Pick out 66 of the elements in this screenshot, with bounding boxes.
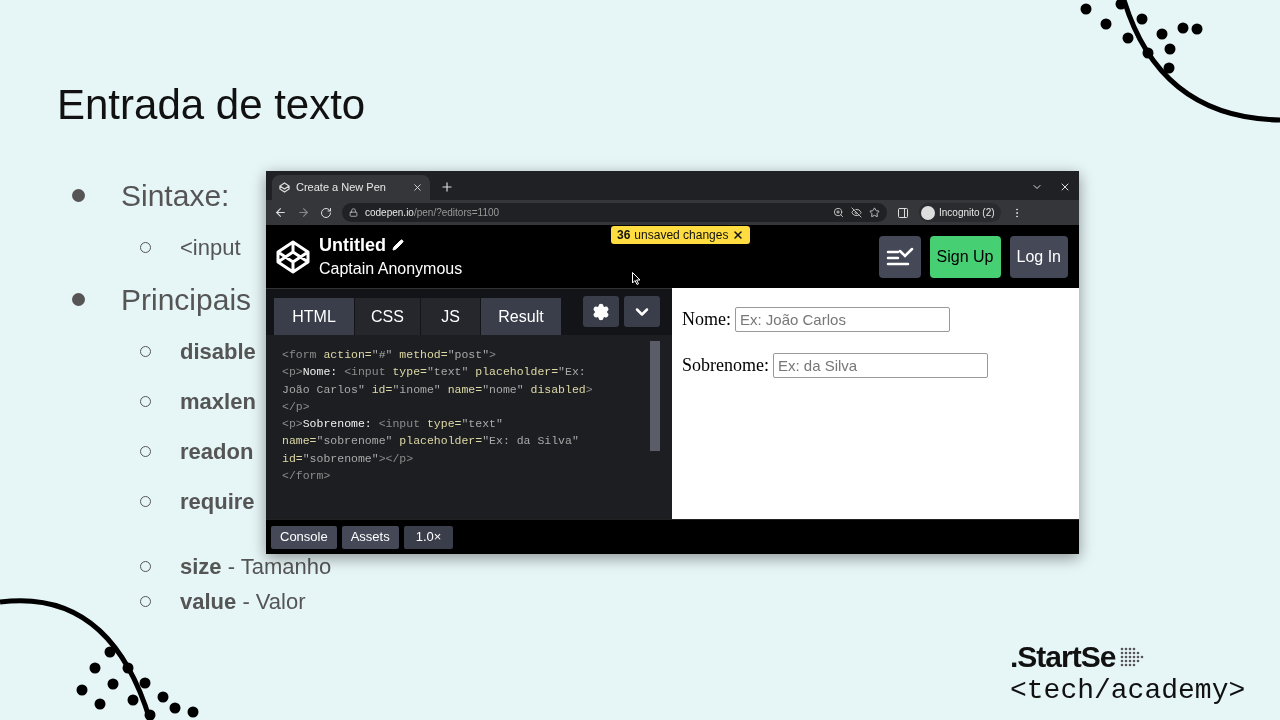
forward-icon[interactable] xyxy=(297,206,310,219)
editor-tab[interactable]: CSS xyxy=(355,298,420,335)
close-icon[interactable] xyxy=(412,182,423,193)
pen-title[interactable]: Untitled xyxy=(319,232,386,257)
editor-tab[interactable]: Result xyxy=(481,298,561,335)
footer-button[interactable]: Assets xyxy=(341,525,399,549)
text-field[interactable]: Ex: João Carlos xyxy=(735,307,950,332)
address-bar[interactable]: codepen.io/pen/?editors=1100 xyxy=(342,203,887,222)
menu-button[interactable] xyxy=(878,235,921,278)
url-text: codepen.io/pen/?editors=1100 xyxy=(365,206,501,220)
list-item-text: readon xyxy=(180,437,254,466)
bullet-text: Sintaxe: xyxy=(121,177,230,214)
cube-logo-icon xyxy=(279,182,290,193)
close-icon[interactable] xyxy=(1059,181,1071,193)
field-label: Nome: xyxy=(682,308,731,331)
side-panel-icon[interactable] xyxy=(897,206,909,219)
field-label: Sobrenome: xyxy=(682,354,769,377)
editor-tab[interactable]: HTML xyxy=(274,298,354,335)
pencil-icon[interactable] xyxy=(392,238,404,251)
text-field[interactable]: Ex: da Silva xyxy=(773,353,988,378)
list-item-text: disable xyxy=(180,337,256,366)
unsaved-changes-badge[interactable]: 36 unsaved changes xyxy=(611,226,751,244)
pointer-icon xyxy=(632,272,641,285)
footer-button[interactable]: 1.0× xyxy=(403,525,454,549)
code-line: name="sobrenome" placeholder="Ex: da Silva" xyxy=(282,433,579,450)
code-line: <p>Sobrenome: <input type="text" xyxy=(282,416,503,433)
list-item-text: size - Tamanho xyxy=(180,552,332,581)
tab-title: Create a New Pen xyxy=(296,180,387,196)
author-name: Captain Anonymous xyxy=(319,258,463,279)
log-in-button[interactable]: Log In xyxy=(1009,235,1068,278)
reload-icon[interactable] xyxy=(320,206,332,219)
code-line: João Carlos" id="inome" name="nome" disabled> xyxy=(282,381,593,398)
brand-tagline: <tech/academy> xyxy=(1010,674,1246,708)
brand-name: .StartSe xyxy=(1010,640,1116,674)
avatar-icon xyxy=(921,205,935,220)
footer-button[interactable]: Console xyxy=(271,525,337,549)
code-line: <form action="#" method="post"> xyxy=(282,347,496,363)
profile-label: Incognito (2) xyxy=(939,206,995,220)
gear-icon xyxy=(592,302,610,321)
sign-up-button[interactable]: Sign Up xyxy=(929,235,1001,278)
list-check-icon xyxy=(885,246,914,267)
code-line: id="sobrenome"></p> xyxy=(282,450,414,467)
code-line: </p> xyxy=(282,398,310,415)
back-icon[interactable] xyxy=(274,206,287,219)
list-item-text: maxlen xyxy=(180,387,256,416)
bullet-text: Principais xyxy=(121,281,252,318)
cube-logo-icon xyxy=(275,238,311,275)
browser-tab[interactable]: Create a New Pen xyxy=(272,175,430,200)
bullet-icon xyxy=(72,292,85,306)
lock-icon xyxy=(349,208,358,217)
zoom-icon[interactable] xyxy=(833,207,844,218)
list-item-text: require xyxy=(180,487,255,516)
star-icon[interactable] xyxy=(869,207,880,218)
bullet-icon xyxy=(72,188,85,202)
collapse-button[interactable] xyxy=(624,296,660,327)
settings-button[interactable] xyxy=(583,296,619,327)
scrollbar[interactable] xyxy=(650,341,660,451)
code-line: </form> xyxy=(282,468,331,485)
profile-chip[interactable]: Incognito (2) xyxy=(919,203,1001,222)
list-item-text: <input xyxy=(180,233,241,262)
slide-title: Entrada de texto xyxy=(57,80,367,130)
code-line: <p>Nome: <input type="text" placeholder="Ex: xyxy=(282,364,586,381)
new-tab-icon[interactable] xyxy=(440,180,454,194)
list-item-text: value - Valor xyxy=(180,587,306,616)
eye-off-icon[interactable] xyxy=(851,207,862,218)
editor-tab[interactable]: JS xyxy=(421,298,480,335)
